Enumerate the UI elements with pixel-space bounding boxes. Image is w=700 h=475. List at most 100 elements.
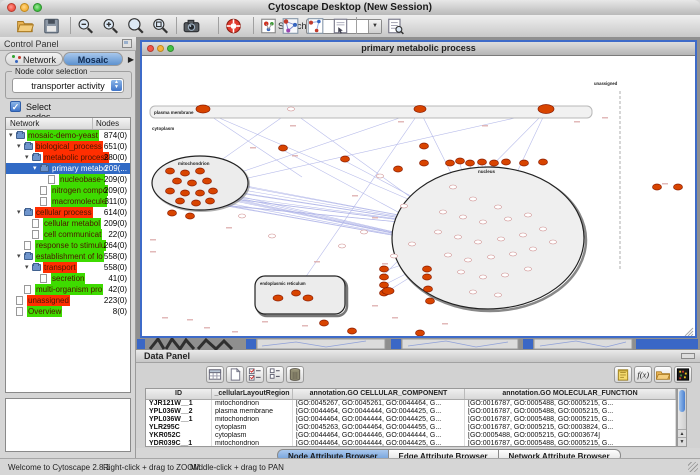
column-header[interactable]: annotation.GO MOLECULAR_FUNCTION (465, 389, 676, 399)
background-windows-strip[interactable] (136, 338, 700, 350)
attribute-select-button[interactable] (206, 366, 224, 383)
function-builder-button[interactable]: f(x) (634, 366, 652, 383)
node-color-combobox[interactable]: transporter activity ▲▼ (12, 78, 124, 93)
tree-row[interactable]: nitrogen compo209(0) (6, 185, 130, 196)
status-bar: Welcome to Cytoscape 2.8.1 Right-click +… (0, 458, 700, 475)
table-row[interactable]: YJR121W__1mitochondrion[GO:0045267, GO:0… (146, 400, 676, 408)
data-panel-header: Data Panel (136, 350, 700, 363)
attribute-unselect-all-button[interactable] (266, 366, 284, 383)
zoom-out-button[interactable] (76, 17, 95, 35)
table-cell: YPL036W__1 (146, 416, 212, 424)
toolbar-separator (70, 17, 71, 34)
combobox-stepper-icon[interactable]: ▲▼ (111, 80, 122, 91)
save-button[interactable] (42, 17, 61, 35)
import-attributes-button[interactable] (654, 366, 672, 383)
column-header[interactable]: ID (146, 389, 212, 399)
table-cell: YJR121W__1 (146, 400, 212, 408)
control-panel-title: Control Panel (4, 39, 59, 49)
expander-icon[interactable]: ▾ (17, 141, 21, 152)
page-icon (32, 230, 39, 239)
tree-row-label: cellular process (35, 207, 93, 218)
tree-row[interactable]: nucleobase-209(0) (6, 174, 130, 185)
tree-row[interactable]: ▾mosaic-demo-yeast874(0) (6, 130, 130, 141)
tree-row[interactable]: cellular metabol209(0) (6, 218, 130, 229)
table-cell: [GO:0005488, GO:0005215, GO:0003674] (465, 432, 676, 440)
control-panel-tabs: Network Mosaic ▶ (0, 51, 136, 68)
open-file-button[interactable] (16, 17, 35, 35)
tree-row[interactable]: cell communicat22(0) (6, 229, 130, 240)
zoom-selected-button[interactable] (126, 17, 145, 35)
float-panel-icon[interactable] (122, 39, 132, 48)
toolbar-separator (356, 17, 357, 34)
select-nodes-checkbox[interactable]: ✓ (10, 101, 21, 112)
tree-row[interactable]: ▾cellular process614(0) (6, 207, 130, 218)
tree-row[interactable]: ▾establishment of lo558(0) (6, 251, 130, 262)
resize-grip-icon[interactable] (688, 462, 698, 472)
tree-row-label: primary metabo (51, 163, 109, 174)
table-row[interactable]: YPL036W__1mitochondrion[GO:0044464, GO:0… (146, 416, 676, 424)
tree-row[interactable]: macromolecule311(0) (6, 196, 130, 207)
page-icon (32, 219, 39, 228)
expander-icon[interactable]: ▾ (33, 163, 37, 174)
expander-icon[interactable]: ▾ (25, 262, 29, 273)
tree-row-count: 264(0) (104, 240, 127, 251)
tab-overflow-arrow-icon[interactable]: ▶ (128, 55, 134, 64)
table-row[interactable]: YPL036W__2plasma membrane[GO:0044464, GO… (146, 408, 676, 416)
expander-icon[interactable]: ▾ (9, 130, 13, 141)
tree-row[interactable]: unassigned223(0) (6, 295, 130, 306)
tree-row-label: metabolic process (43, 152, 109, 163)
snapshot-button[interactable] (182, 17, 201, 35)
tab-network[interactable]: Network (5, 52, 63, 66)
tree-row[interactable]: ▾metabolic process280(0) (6, 152, 130, 163)
column-header[interactable]: annotation.GO CELLULAR_COMPONENT (293, 389, 465, 399)
tree-row-count: 209(0) (104, 174, 127, 185)
tree-row[interactable]: multi-organism pro42(0) (6, 284, 130, 295)
chevron-down-icon[interactable]: ▼ (368, 20, 381, 33)
status-zoom-hint: Right-click + drag to ZOOM (103, 463, 200, 472)
expander-icon[interactable]: ▾ (17, 251, 21, 262)
tree-row[interactable]: response to stimulu264(0) (6, 240, 130, 251)
tree-row-label: mosaic-demo-yeast (27, 130, 99, 141)
table-cell: [GO:0044464, GO:0044446, GO:0044444, G..… (293, 432, 465, 440)
attribute-delete-button[interactable] (286, 366, 304, 383)
scroll-down-icon[interactable]: ▼ (678, 437, 686, 446)
help-lifebuoy-button[interactable] (224, 17, 243, 35)
tree-row[interactable]: ▾transport558(0) (6, 262, 130, 273)
zoom-fit-button[interactable] (151, 17, 170, 35)
scrollbar-thumb[interactable] (679, 390, 685, 412)
region-label: cytoplasm (152, 126, 174, 131)
column-header[interactable]: _cellularLayoutRegion (212, 389, 293, 399)
tree-header[interactable]: Network Nodes (6, 118, 130, 130)
toolbar-separator (218, 17, 219, 34)
expander-icon[interactable]: ▾ (25, 152, 29, 163)
network-canvas[interactable]: plasma membranecytoplasmmitochondrionnuc… (142, 55, 695, 336)
attribute-create-button[interactable] (226, 366, 244, 383)
tab-mosaic[interactable]: Mosaic (63, 52, 123, 66)
zoom-in-button[interactable] (101, 17, 120, 35)
advanced-search-button[interactable] (386, 17, 405, 35)
attribute-table: ID_cellularLayoutRegionannotation.GO CEL… (145, 388, 677, 447)
expander-icon[interactable]: ▾ (17, 207, 21, 218)
birds-eye-view-panel[interactable] (5, 398, 131, 452)
tree-row[interactable]: Overview8(0) (6, 306, 130, 317)
tree-row[interactable]: ▾biological_process651(0) (6, 141, 130, 152)
table-row[interactable]: YDR039C__1mitochondrion[GO:0044464, GO:0… (146, 440, 676, 447)
notes-icon (615, 369, 631, 386)
tree-row[interactable]: ▾ primary metabo209(... (6, 163, 130, 174)
table-row[interactable]: YKR052Ccytoplasm[GO:0044464, GO:0044446,… (146, 432, 676, 440)
node-appearance-button[interactable] (259, 17, 278, 35)
status-pan-hint: Middle-click + drag to PAN (190, 463, 284, 472)
tree-row[interactable]: secretion41(0) (6, 273, 130, 284)
network-view-2-button[interactable] (306, 17, 325, 35)
table-scrollbar[interactable]: ▲ ▼ (677, 388, 687, 447)
annotation-button[interactable] (331, 17, 350, 35)
panel-window-buttons-icon[interactable] (681, 353, 695, 359)
matrix-view-button[interactable] (674, 366, 692, 383)
network-view-window[interactable]: primary metabolic process plasma membran… (140, 40, 697, 338)
table-row[interactable]: YLR295Ccytoplasm[GO:0045263, GO:0044464,… (146, 424, 676, 432)
attribute-select-all-button[interactable] (246, 366, 264, 383)
tree-row-count: 209(... (104, 163, 127, 174)
network-view-1-button[interactable] (281, 17, 300, 35)
attribute-create-icon (227, 369, 243, 386)
notes-button[interactable] (614, 366, 632, 383)
